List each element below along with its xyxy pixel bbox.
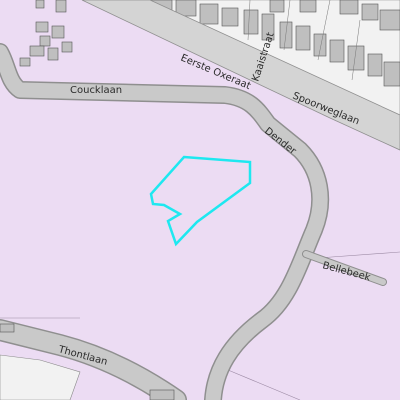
map-canvas[interactable]: Coucklaan Eerste Oxeraat Kaaistraat Spoo…: [0, 0, 400, 400]
label-coucklaan: Coucklaan: [70, 85, 122, 96]
